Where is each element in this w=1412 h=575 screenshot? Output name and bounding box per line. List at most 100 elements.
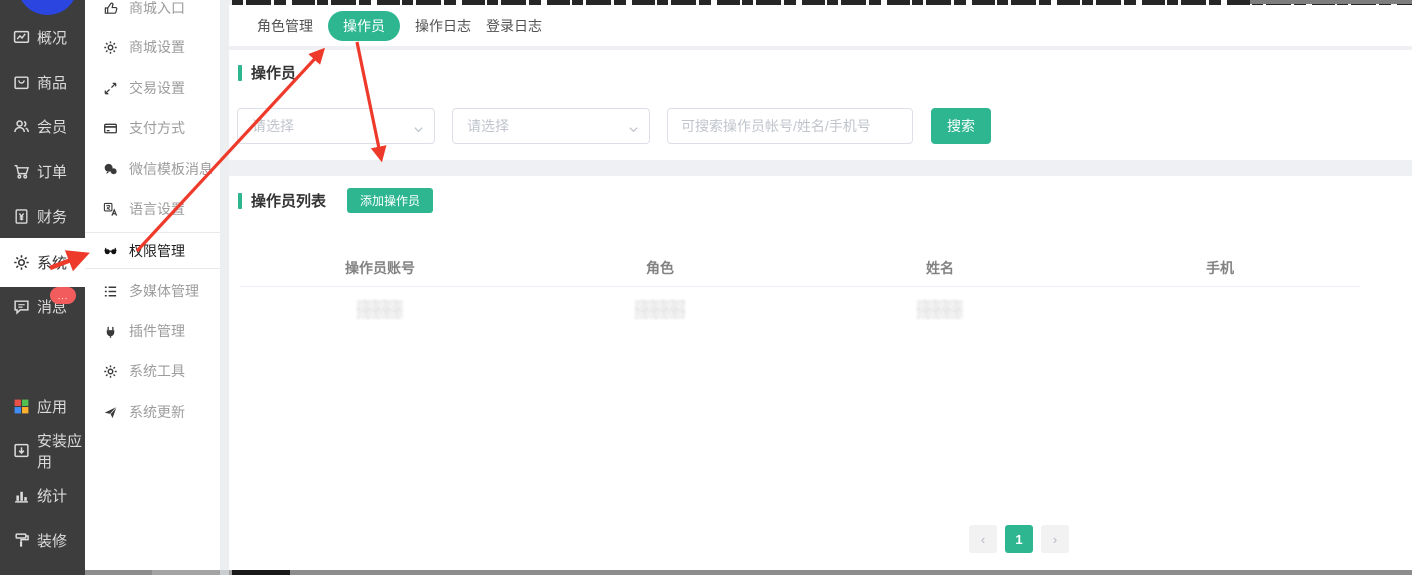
tab-operate-log[interactable]: 操作日志 (415, 11, 471, 41)
section-accent-bar (238, 193, 242, 209)
sidebar-item-label: 统计 (37, 485, 67, 506)
submenu-item-shop-entry[interactable]: 商城入口 (85, 0, 220, 28)
plugin-icon (103, 324, 118, 339)
sidebar-item-apps[interactable]: 应用 (0, 384, 85, 429)
masked-cell-value (357, 300, 403, 319)
section-title-operator-list: 操作员列表 (251, 190, 326, 211)
section-title-operator: 操作员 (251, 62, 296, 83)
order-icon (13, 163, 30, 180)
media-icon (103, 284, 118, 299)
table-row (240, 287, 1360, 331)
column-header: 手机 (1080, 258, 1360, 278)
submenu-item-label: 权限管理 (129, 241, 185, 261)
tab-operator[interactable]: 操作员 (328, 11, 400, 41)
masked-cell-value (917, 300, 963, 319)
install-app-icon (13, 442, 30, 459)
table-header-row: 操作员账号角色姓名手机 (240, 250, 1360, 287)
section-accent-bar (238, 65, 242, 81)
clipped-top-row (232, 0, 1412, 5)
submenu-item-label: 系统更新 (129, 402, 185, 422)
member-icon (13, 118, 30, 135)
pagination: ‹ 1 › (969, 525, 1069, 553)
admin-screen: 概况商品会员订单财务系统消息应用安装应用统计装修 ... 商城入口商城设置交易设… (0, 0, 1412, 575)
trade-settings-icon (103, 81, 118, 96)
operator-table: 操作员账号角色姓名手机 (240, 250, 1360, 331)
tab-login-log[interactable]: 登录日志 (486, 11, 542, 41)
tab-role-manage[interactable]: 角色管理 (257, 11, 313, 41)
sidebar-item-goods[interactable]: 商品 (0, 60, 85, 105)
masked-cell-value (635, 300, 685, 319)
add-operator-button[interactable]: 添加操作员 (347, 188, 433, 213)
sidebar-item-decorate[interactable]: 装修 (0, 518, 85, 563)
submenu-item-label: 系统工具 (129, 361, 185, 381)
gear-icon (103, 40, 118, 55)
table-cell (800, 300, 1080, 319)
sidebar-item-finance[interactable]: 财务 (0, 194, 85, 239)
submenu-item-plugin[interactable]: 插件管理 (85, 311, 220, 351)
sidebar-item-label: 订单 (37, 161, 67, 182)
entry-icon (103, 1, 118, 16)
system-icon (13, 254, 30, 271)
sidebar-item-stats[interactable]: 统计 (0, 473, 85, 518)
submenu-item-system-update[interactable]: 系统更新 (85, 392, 220, 432)
system-update-icon (103, 405, 118, 420)
submenu-item-media[interactable]: 多媒体管理 (85, 271, 220, 311)
chevron-down-icon (628, 122, 639, 133)
operator-list-card: 操作员列表 添加操作员 操作员账号角色姓名手机 ‹ 1 › (229, 176, 1412, 570)
submenu-item-label: 支付方式 (129, 118, 185, 138)
sidebar-item-label: 概况 (37, 27, 67, 48)
submenu-item-label: 微信模板消息 (129, 159, 213, 179)
sidebar-item-system[interactable]: 系统 (0, 238, 85, 287)
operator-search-input[interactable] (667, 108, 913, 144)
stats-icon (13, 487, 30, 504)
pagination-page-1[interactable]: 1 (1005, 525, 1033, 553)
sidebar-item-overview[interactable]: 概况 (0, 15, 85, 60)
logo-avatar[interactable] (17, 0, 78, 15)
primary-sidebar: 概况商品会员订单财务系统消息应用安装应用统计装修 ... (0, 0, 85, 575)
sidebar-item-label: 财务 (37, 206, 67, 227)
permission-icon (103, 243, 118, 258)
column-header: 角色 (520, 258, 800, 278)
message-icon (13, 298, 30, 315)
submenu-item-label: 交易设置 (129, 78, 185, 98)
language-icon (103, 202, 118, 217)
filter-select-2[interactable]: 请选择 (452, 108, 650, 144)
tab-bar: 角色管理操作员操作日志登录日志 (229, 5, 1412, 46)
column-header: 操作员账号 (240, 258, 520, 278)
submenu-item-label: 多媒体管理 (129, 281, 199, 301)
main-area: 角色管理操作员操作日志登录日志 操作员 请选择 请选择 (229, 0, 1412, 575)
submenu-item-trade-settings[interactable]: 交易设置 (85, 68, 220, 108)
horizontal-scrollbar[interactable] (85, 570, 1412, 575)
submenu-item-system-tools[interactable]: 系统工具 (85, 351, 220, 391)
submenu-item-wechat-template[interactable]: 微信模板消息 (85, 149, 220, 189)
sidebar-item-member[interactable]: 会员 (0, 104, 85, 149)
submenu-item-payment[interactable]: 支付方式 (85, 108, 220, 148)
search-button[interactable]: 搜索 (931, 108, 991, 144)
filter-select-1[interactable]: 请选择 (237, 108, 435, 144)
sidebar-item-label: 系统 (37, 252, 67, 273)
gear-icon (103, 364, 118, 379)
apps-icon (13, 398, 30, 415)
scrollbar-thumb[interactable] (232, 570, 290, 575)
wechat-template-icon (103, 162, 118, 177)
submenu-item-language[interactable]: 语言设置 (85, 189, 220, 229)
sidebar-item-label: 商品 (37, 72, 67, 93)
submenu-item-permission[interactable]: 权限管理 (85, 232, 220, 269)
goods-icon (13, 74, 30, 91)
table-cell (240, 300, 520, 319)
sidebar-item-install-app[interactable]: 安装应用 (0, 428, 85, 473)
sidebar-item-order[interactable]: 订单 (0, 149, 85, 194)
select-placeholder: 请选择 (252, 116, 294, 136)
pagination-next-button[interactable]: › (1041, 525, 1069, 553)
operator-filter-card: 操作员 请选择 请选择 搜索 (229, 50, 1412, 160)
select-placeholder: 请选择 (467, 116, 509, 136)
sidebar-item-label: 会员 (37, 116, 67, 137)
system-submenu: 商城入口商城设置交易设置支付方式微信模板消息语言设置权限管理多媒体管理插件管理系… (85, 0, 220, 575)
column-header: 姓名 (800, 258, 1080, 278)
pagination-prev-button[interactable]: ‹ (969, 525, 997, 553)
sidebar-item-label: 应用 (37, 396, 67, 417)
decorate-icon (13, 532, 30, 549)
submenu-item-label: 商城入口 (129, 0, 185, 18)
submenu-item-shop-settings[interactable]: 商城设置 (85, 27, 220, 67)
payment-icon (103, 121, 118, 136)
